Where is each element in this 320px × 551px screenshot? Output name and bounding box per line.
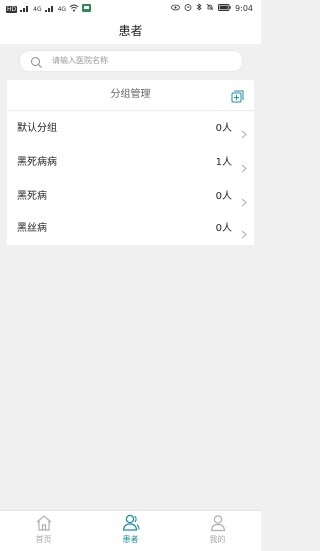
search-icon <box>30 54 43 73</box>
group-row[interactable]: 默认分组 0人 <box>7 112 254 146</box>
home-icon <box>35 514 53 532</box>
group-name: 默认分组 <box>17 123 57 134</box>
group-management-header: 分组管理 <box>7 80 254 111</box>
chevron-right-icon <box>241 158 247 177</box>
search-input[interactable]: 请输入医院名称 <box>19 50 243 72</box>
tab-home[interactable]: 首页 <box>0 511 87 551</box>
status-left: HD 4G 4G <box>6 4 92 14</box>
battery-icon <box>218 3 231 13</box>
chevron-right-icon <box>241 124 247 143</box>
search-bar: 请输入医院名称 <box>0 44 261 78</box>
hd-indicator: HD <box>6 5 18 13</box>
bluetooth-icon <box>196 3 202 13</box>
status-right: 9:04 <box>171 3 253 13</box>
mute-bell-icon <box>206 3 214 13</box>
alarm-icon <box>184 3 192 13</box>
signal-icon <box>20 4 30 14</box>
group-management-title: 分组管理 <box>110 89 151 100</box>
chevron-right-icon <box>241 192 247 211</box>
network-type-label: 4G <box>33 5 42 13</box>
tab-label: 我的 <box>209 535 226 544</box>
group-row[interactable]: 黑死病病 1人 <box>7 146 254 180</box>
group-row[interactable]: 黑丝病 0人 <box>7 212 254 246</box>
profile-icon <box>209 514 227 532</box>
group-count: 0人 <box>215 123 232 134</box>
group-name: 黑死病病 <box>17 157 57 168</box>
group-count: 1人 <box>215 157 232 168</box>
add-group-icon[interactable] <box>231 88 244 107</box>
group-name: 黑死病 <box>17 191 47 202</box>
tab-patients[interactable]: 患者 <box>87 511 174 551</box>
group-count: 0人 <box>215 191 232 202</box>
bottom-tab-bar: 首页 患者 我的 <box>0 510 261 551</box>
wifi-icon <box>69 4 79 14</box>
group-row[interactable]: 黑死病 0人 <box>7 180 254 214</box>
tab-label: 患者 <box>122 535 139 544</box>
group-count: 0人 <box>215 223 232 234</box>
group-name: 黑丝病 <box>17 223 47 234</box>
chevron-right-icon <box>241 224 247 243</box>
clock-time: 9:04 <box>235 3 253 13</box>
network-type-label-2: 4G <box>57 5 67 13</box>
page-title: 患者 <box>0 18 261 44</box>
tab-label: 首页 <box>35 535 52 544</box>
status-bar: HD 4G 4G 9:04 <box>0 0 261 18</box>
eye-icon <box>171 4 180 13</box>
tab-profile[interactable]: 我的 <box>174 511 261 551</box>
patients-icon <box>122 514 140 532</box>
signal-icon-2 <box>44 4 55 14</box>
search-placeholder: 请输入医院名称 <box>52 56 108 65</box>
app-notification-icon <box>82 4 92 14</box>
group-list-panel: 分组管理 默认分组 0人 黑死病病 1人 黑死病 0人 黑丝病 0人 <box>7 80 254 245</box>
